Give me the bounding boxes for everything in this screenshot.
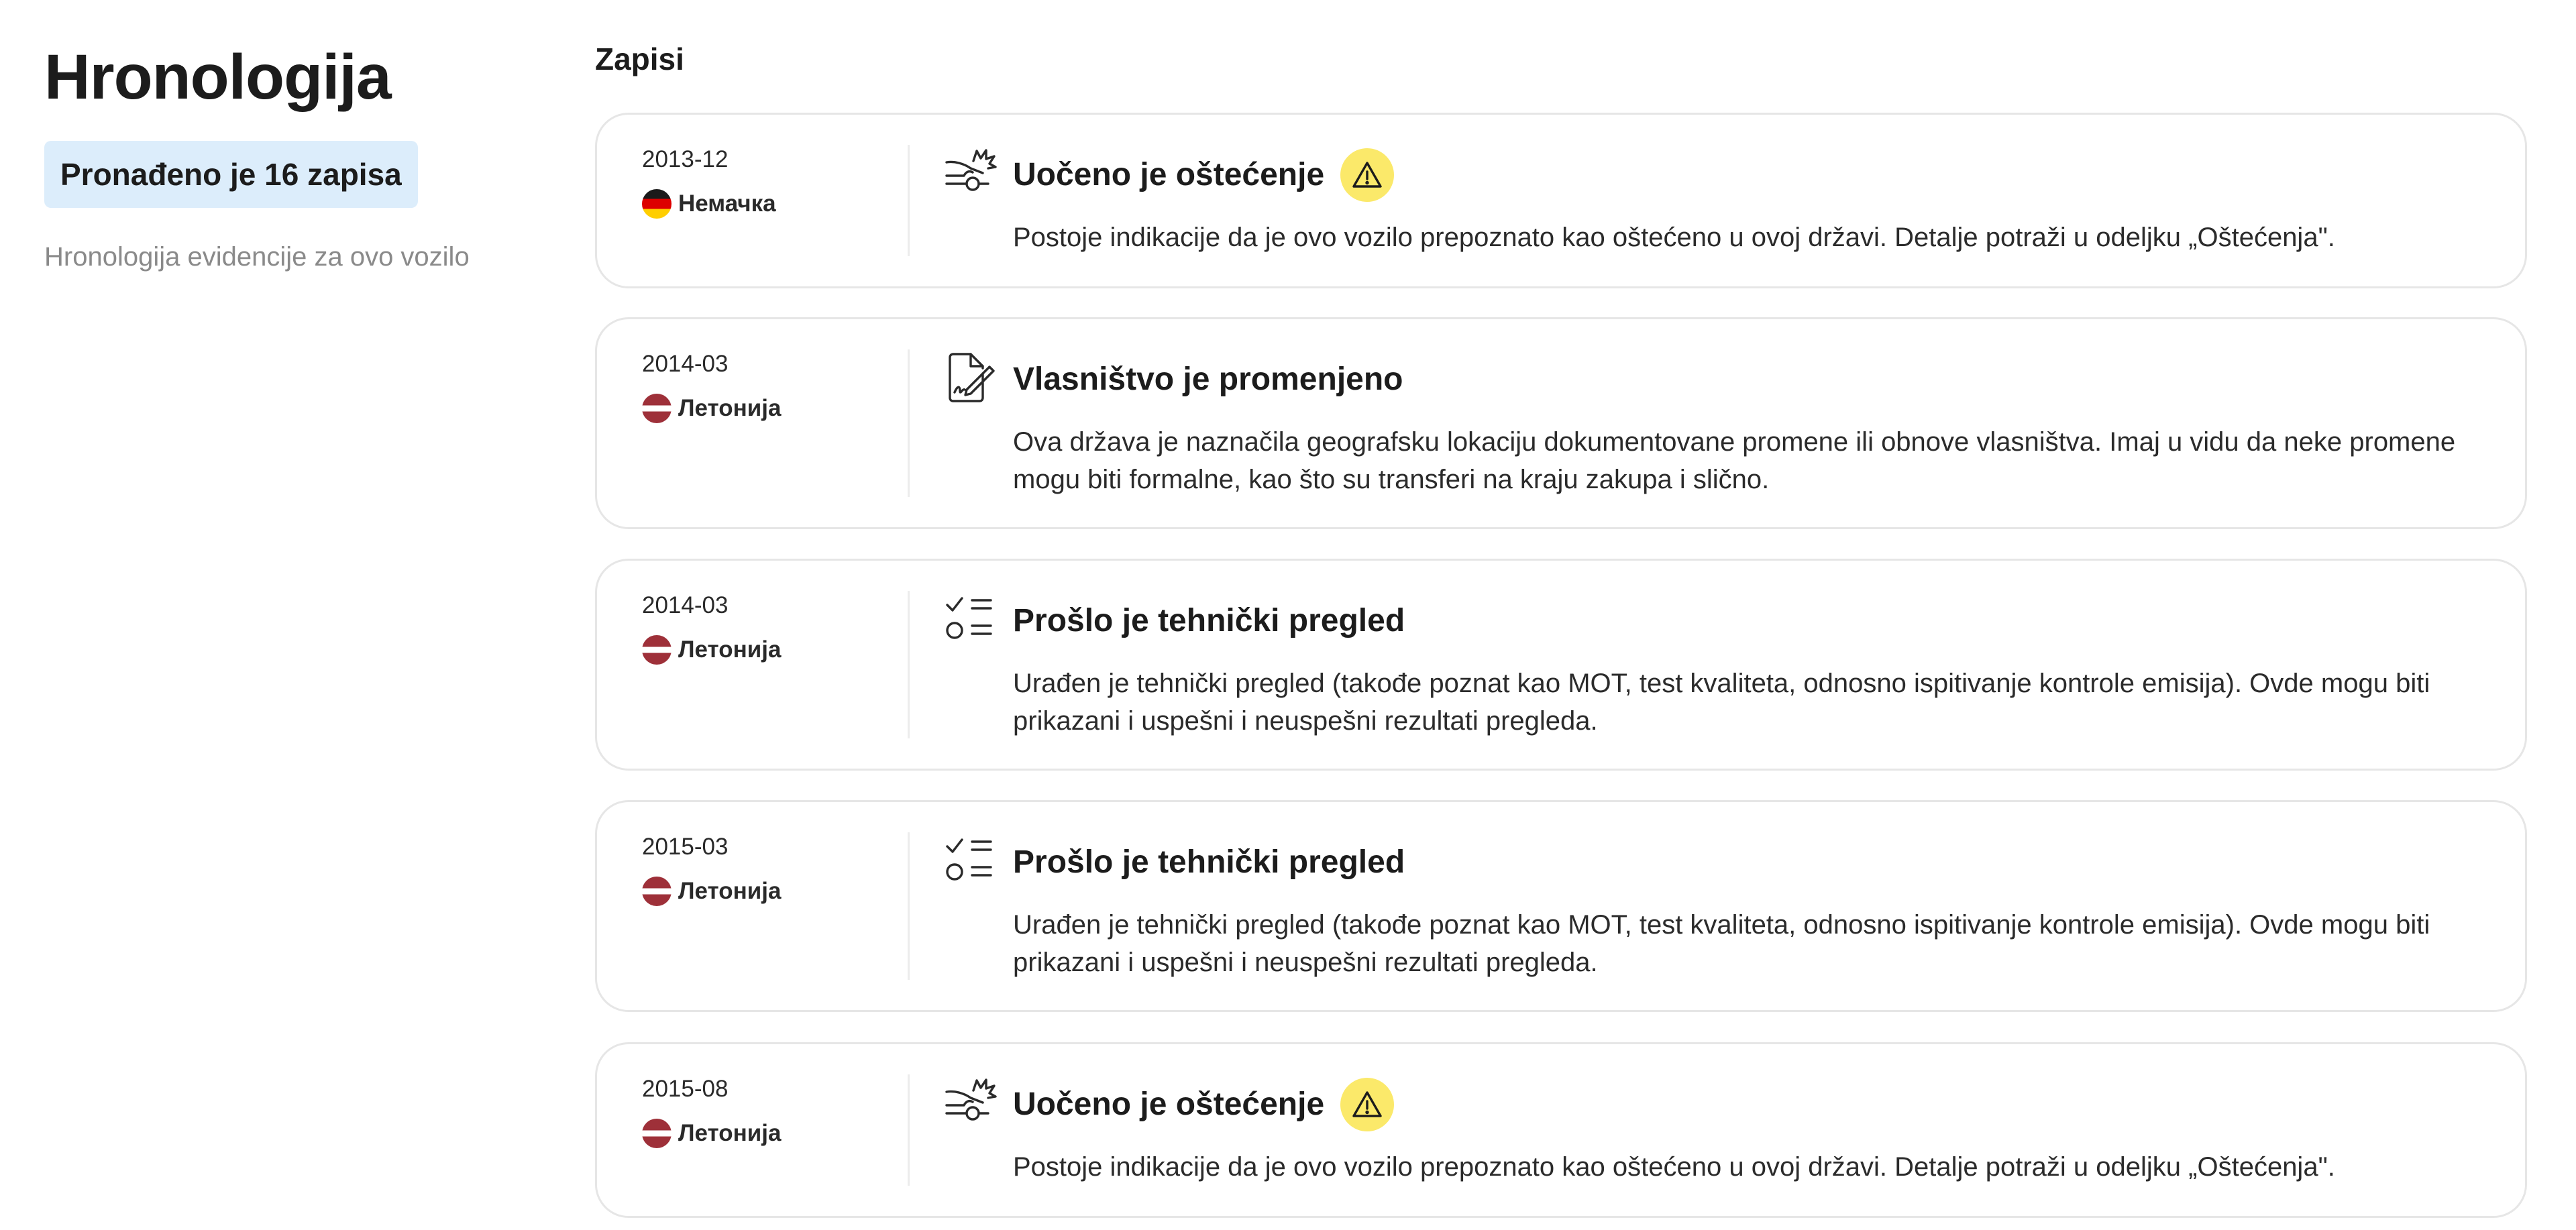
record-card[interactable]: 2013-12 Немачка Uočeno je oštećenje Post… — [595, 113, 2527, 288]
record-description: Urađen je tehnički pregled (takođe pozna… — [1013, 669, 2430, 736]
record-date: 2013-12 — [642, 146, 729, 172]
record-card[interactable]: 2015-03 Летонија Prošlo je tehnički preg… — [595, 800, 2527, 1012]
record-header: Prošlo je tehnički pregled — [1013, 836, 1405, 889]
latvia-flag-icon — [642, 877, 672, 906]
record-country: Летонија — [642, 1119, 843, 1148]
record-description: Postoje indikacije da je ovo vozilo prep… — [1013, 223, 2335, 252]
record-date: 2014-03 — [642, 592, 729, 618]
record-title: Uočeno je oštećenje — [1013, 1086, 1325, 1122]
warning-badge[interactable] — [1340, 1078, 1395, 1131]
record-date: 2015-03 — [642, 834, 729, 860]
latvia-flag-icon — [642, 394, 672, 423]
sidebar-description: Hronologija evidencije za ovo vozilo — [44, 242, 470, 272]
record-meta: 2015-08 Летонија — [642, 1074, 843, 1148]
record-card[interactable]: 2014-03 Летонија Vlasništvo je promenjen… — [595, 317, 2527, 529]
warning-badge[interactable] — [1340, 148, 1395, 202]
record-meta: 2013-12 Немачка — [642, 145, 843, 219]
record-country-label: Летонија — [678, 1120, 782, 1146]
sidebar: Hronologija Pronađeno je 16 zapisa Hrono… — [44, 34, 527, 274]
card-divider — [908, 591, 910, 738]
car-crash-icon — [945, 149, 997, 191]
latvia-flag-icon — [642, 1119, 672, 1148]
record-date: 2015-08 — [642, 1076, 729, 1102]
record-card[interactable]: 2014-03 Летонија Prošlo je tehnički preg… — [595, 559, 2527, 771]
record-country: Летонија — [642, 877, 843, 906]
record-meta: 2014-03 Летонија — [642, 591, 843, 665]
record-header: Uočeno je oštećenje — [1013, 1078, 1395, 1131]
card-divider — [908, 1074, 910, 1186]
record-header: Prošlo je tehnički pregled — [1013, 594, 1405, 648]
record-country-label: Летонија — [678, 878, 782, 904]
record-meta: 2014-03 Летонија — [642, 349, 843, 423]
record-title: Uočeno je oštećenje — [1013, 157, 1325, 192]
document-signature-icon — [949, 353, 995, 402]
record-country-label: Немачка — [678, 190, 776, 217]
warning-triangle-icon — [1352, 1091, 1382, 1117]
checklist-icon — [946, 838, 992, 881]
germany-flag-icon — [642, 189, 672, 219]
record-description: Urađen je tehnički pregled (takođe pozna… — [1013, 910, 2430, 977]
record-header: Uočeno je oštećenje — [1013, 148, 1395, 202]
records-count-badge: Pronađeno je 16 zapisa — [44, 141, 418, 208]
record-country: Летонија — [642, 394, 843, 423]
records-section: Zapisi 2013-12 Немачка Uočeno je oštećen… — [595, 39, 2527, 1218]
record-meta: 2015-03 Летонија — [642, 832, 843, 906]
record-title: Prošlo je tehnički pregled — [1013, 603, 1405, 638]
record-description: Ova država je naznačila geografsku lokac… — [1013, 427, 2456, 494]
warning-triangle-icon — [1352, 162, 1382, 188]
section-title: Zapisi — [595, 42, 684, 76]
record-header: Vlasništvo je promenjeno — [1013, 353, 1403, 406]
record-date: 2014-03 — [642, 351, 729, 377]
record-description: Postoje indikacije da je ovo vozilo prep… — [1013, 1152, 2335, 1182]
page-title: Hronologija — [44, 42, 392, 113]
record-card[interactable]: 2015-08 Летонија Uočeno je oštećenje Pos… — [595, 1042, 2527, 1218]
record-title: Vlasništvo je promenjeno — [1013, 361, 1403, 397]
record-country-label: Летонија — [678, 636, 782, 663]
card-divider — [908, 145, 910, 256]
record-country-label: Летонија — [678, 395, 782, 421]
card-divider — [908, 349, 910, 497]
checklist-icon — [946, 597, 992, 639]
car-crash-icon — [945, 1078, 997, 1121]
record-title: Prošlo je tehnički pregled — [1013, 844, 1405, 880]
card-divider — [908, 832, 910, 980]
record-country: Летонија — [642, 635, 843, 665]
record-country: Немачка — [642, 189, 843, 219]
latvia-flag-icon — [642, 635, 672, 665]
